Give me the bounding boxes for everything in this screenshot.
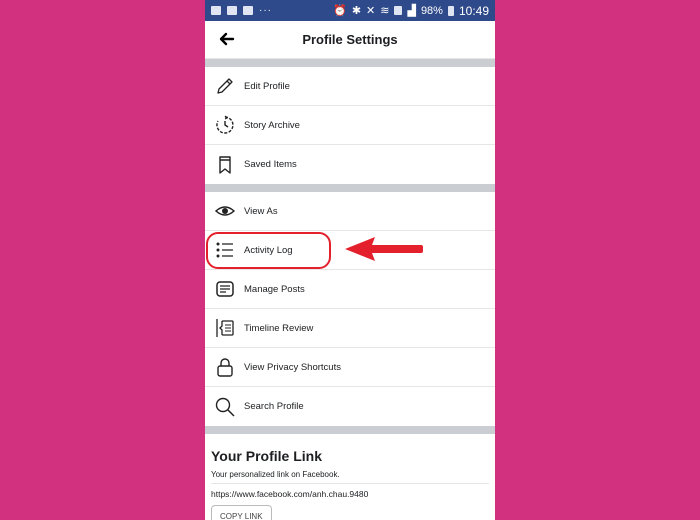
annotation-highlight-ring bbox=[206, 232, 331, 269]
app-header: Profile Settings bbox=[205, 21, 495, 59]
annotation-arrow-icon bbox=[345, 237, 423, 261]
profile-url[interactable]: https://www.facebook.com/anh.chau.9480 bbox=[211, 489, 489, 499]
pencil-icon bbox=[214, 75, 236, 97]
sim-icon bbox=[394, 6, 403, 15]
settings-group-1: Edit Profile Story Archive Saved Items bbox=[205, 67, 495, 184]
image-icon bbox=[211, 6, 221, 15]
alarm-icon: ⏰ bbox=[333, 5, 347, 17]
signal-icon: ▟ bbox=[407, 5, 416, 17]
page-title: Profile Settings bbox=[302, 32, 398, 47]
menu-item-label: Timeline Review bbox=[244, 322, 314, 334]
menu-item-label: Story Archive bbox=[244, 119, 300, 131]
timeline-icon bbox=[214, 317, 236, 339]
menu-item-view-privacy-shortcuts[interactable]: View Privacy Shortcuts bbox=[205, 348, 495, 387]
settings-group-2: View As Activity Log Manage Posts Timeli… bbox=[205, 192, 495, 426]
mute-icon: ✕ bbox=[366, 5, 376, 17]
wifi-icon: ≋ bbox=[380, 5, 390, 17]
menu-item-view-as[interactable]: View As bbox=[205, 192, 495, 231]
arrow-left-icon[interactable] bbox=[217, 30, 235, 48]
profile-link-title: Your Profile Link bbox=[211, 448, 322, 464]
section-divider bbox=[205, 59, 495, 67]
menu-item-label: Search Profile bbox=[244, 401, 304, 412]
menu-item-manage-posts[interactable]: Manage Posts bbox=[205, 270, 495, 309]
menu-item-saved-items[interactable]: Saved Items bbox=[205, 145, 495, 184]
section-divider bbox=[205, 426, 495, 434]
menu-item-label: View Privacy Shortcuts bbox=[244, 361, 341, 373]
clock: 10:49 bbox=[458, 3, 489, 18]
profile-link-section: Your Profile Link Your personalized link… bbox=[205, 434, 495, 520]
menu-item-edit-profile[interactable]: Edit Profile bbox=[205, 67, 495, 106]
status-bar: ··· ⏰ ✱ ✕ ≋ ▟ 98% 10:49 bbox=[205, 0, 495, 21]
section-divider bbox=[205, 184, 495, 192]
bluetooth-icon: ✱ bbox=[351, 5, 362, 17]
menu-item-story-archive[interactable]: Story Archive bbox=[205, 106, 495, 145]
search-icon bbox=[214, 396, 236, 418]
clock-history-icon bbox=[214, 114, 236, 136]
battery-percent: 98% bbox=[420, 4, 443, 17]
posts-icon bbox=[214, 278, 236, 300]
copy-link-button[interactable]: COPY LINK bbox=[211, 505, 272, 520]
menu-item-label: Saved Items bbox=[244, 159, 297, 170]
menu-item-label: View As bbox=[244, 205, 278, 217]
mail-icon bbox=[243, 6, 253, 15]
battery-icon bbox=[447, 5, 454, 16]
menu-item-label: Edit Profile bbox=[244, 80, 290, 92]
message-icon bbox=[227, 6, 237, 15]
more-icon: ··· bbox=[259, 5, 272, 16]
eye-icon bbox=[214, 200, 236, 222]
menu-item-search-profile[interactable]: Search Profile bbox=[205, 387, 495, 426]
lock-icon bbox=[214, 356, 236, 378]
menu-item-timeline-review[interactable]: Timeline Review bbox=[205, 309, 495, 348]
bookmark-icon bbox=[214, 154, 236, 176]
profile-link-subtitle: Your personalized link on Facebook. bbox=[211, 470, 489, 484]
menu-item-label: Manage Posts bbox=[244, 283, 305, 295]
